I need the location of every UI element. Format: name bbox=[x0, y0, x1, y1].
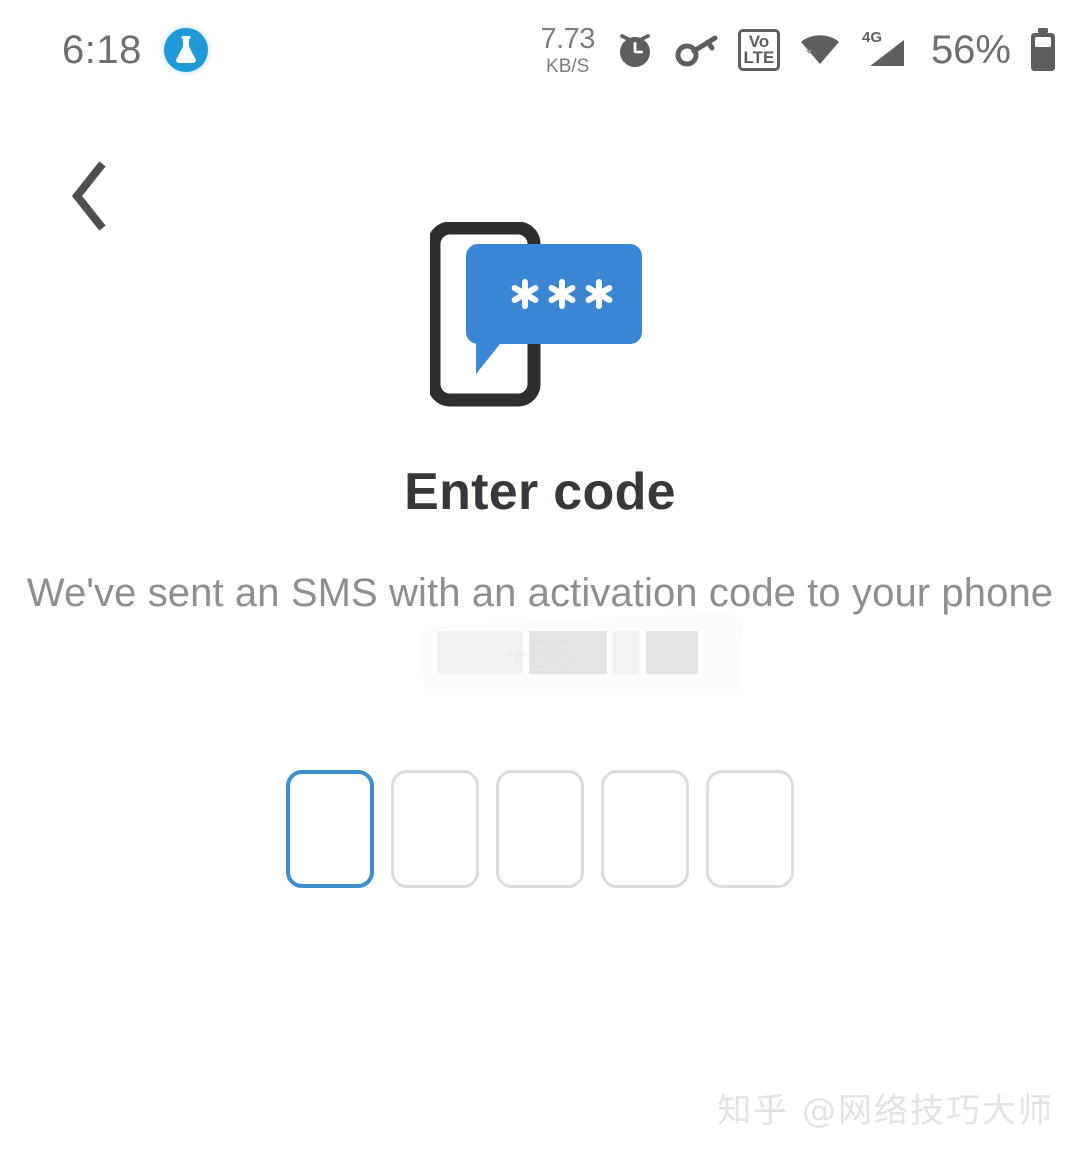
watermark: 知乎 @网络技巧大师 bbox=[717, 1091, 1054, 1131]
page-title: Enter code bbox=[404, 463, 676, 521]
code-digit-3[interactable] bbox=[496, 770, 584, 888]
phone-screen: 6:18 7.73 KB/S Vo LTE 4G 56% Enter code … bbox=[0, 0, 1080, 1154]
battery-percent-label: 56% bbox=[930, 27, 1011, 72]
status-bar-left: 6:18 bbox=[62, 28, 208, 73]
wifi-icon bbox=[797, 30, 843, 70]
phone-number-line: +86 bbox=[506, 633, 574, 677]
code-digit-5[interactable] bbox=[706, 770, 794, 888]
status-time: 6:18 bbox=[62, 27, 142, 72]
code-digit-4[interactable] bbox=[601, 770, 689, 888]
cellular-signal-icon: 4G bbox=[860, 28, 914, 72]
chevron-left-icon bbox=[71, 161, 106, 231]
alarm-clock-icon bbox=[612, 27, 658, 73]
network-speed-unit: KB/S bbox=[546, 55, 590, 77]
flask-icon bbox=[163, 28, 208, 72]
code-digit-2[interactable] bbox=[391, 770, 479, 888]
network-speed-value: 7.73 bbox=[540, 22, 595, 55]
status-bar: 6:18 7.73 KB/S Vo LTE 4G 56% bbox=[0, 0, 1080, 100]
page-description: We've sent an SMS with an activation cod… bbox=[26, 571, 1054, 615]
status-bar-right: 7.73 KB/S Vo LTE 4G 56% bbox=[540, 22, 1058, 77]
svg-text:4G: 4G bbox=[862, 29, 882, 46]
volte-icon: Vo LTE bbox=[737, 29, 780, 71]
battery-icon bbox=[1028, 27, 1058, 73]
volte-bottom-label: LTE bbox=[743, 48, 775, 67]
code-input-group[interactable] bbox=[0, 770, 1080, 888]
code-digit-1[interactable] bbox=[286, 770, 374, 888]
sms-code-illustration bbox=[0, 222, 1080, 407]
key-icon bbox=[675, 30, 721, 70]
network-speed-indicator: 7.73 KB/S bbox=[540, 22, 595, 77]
